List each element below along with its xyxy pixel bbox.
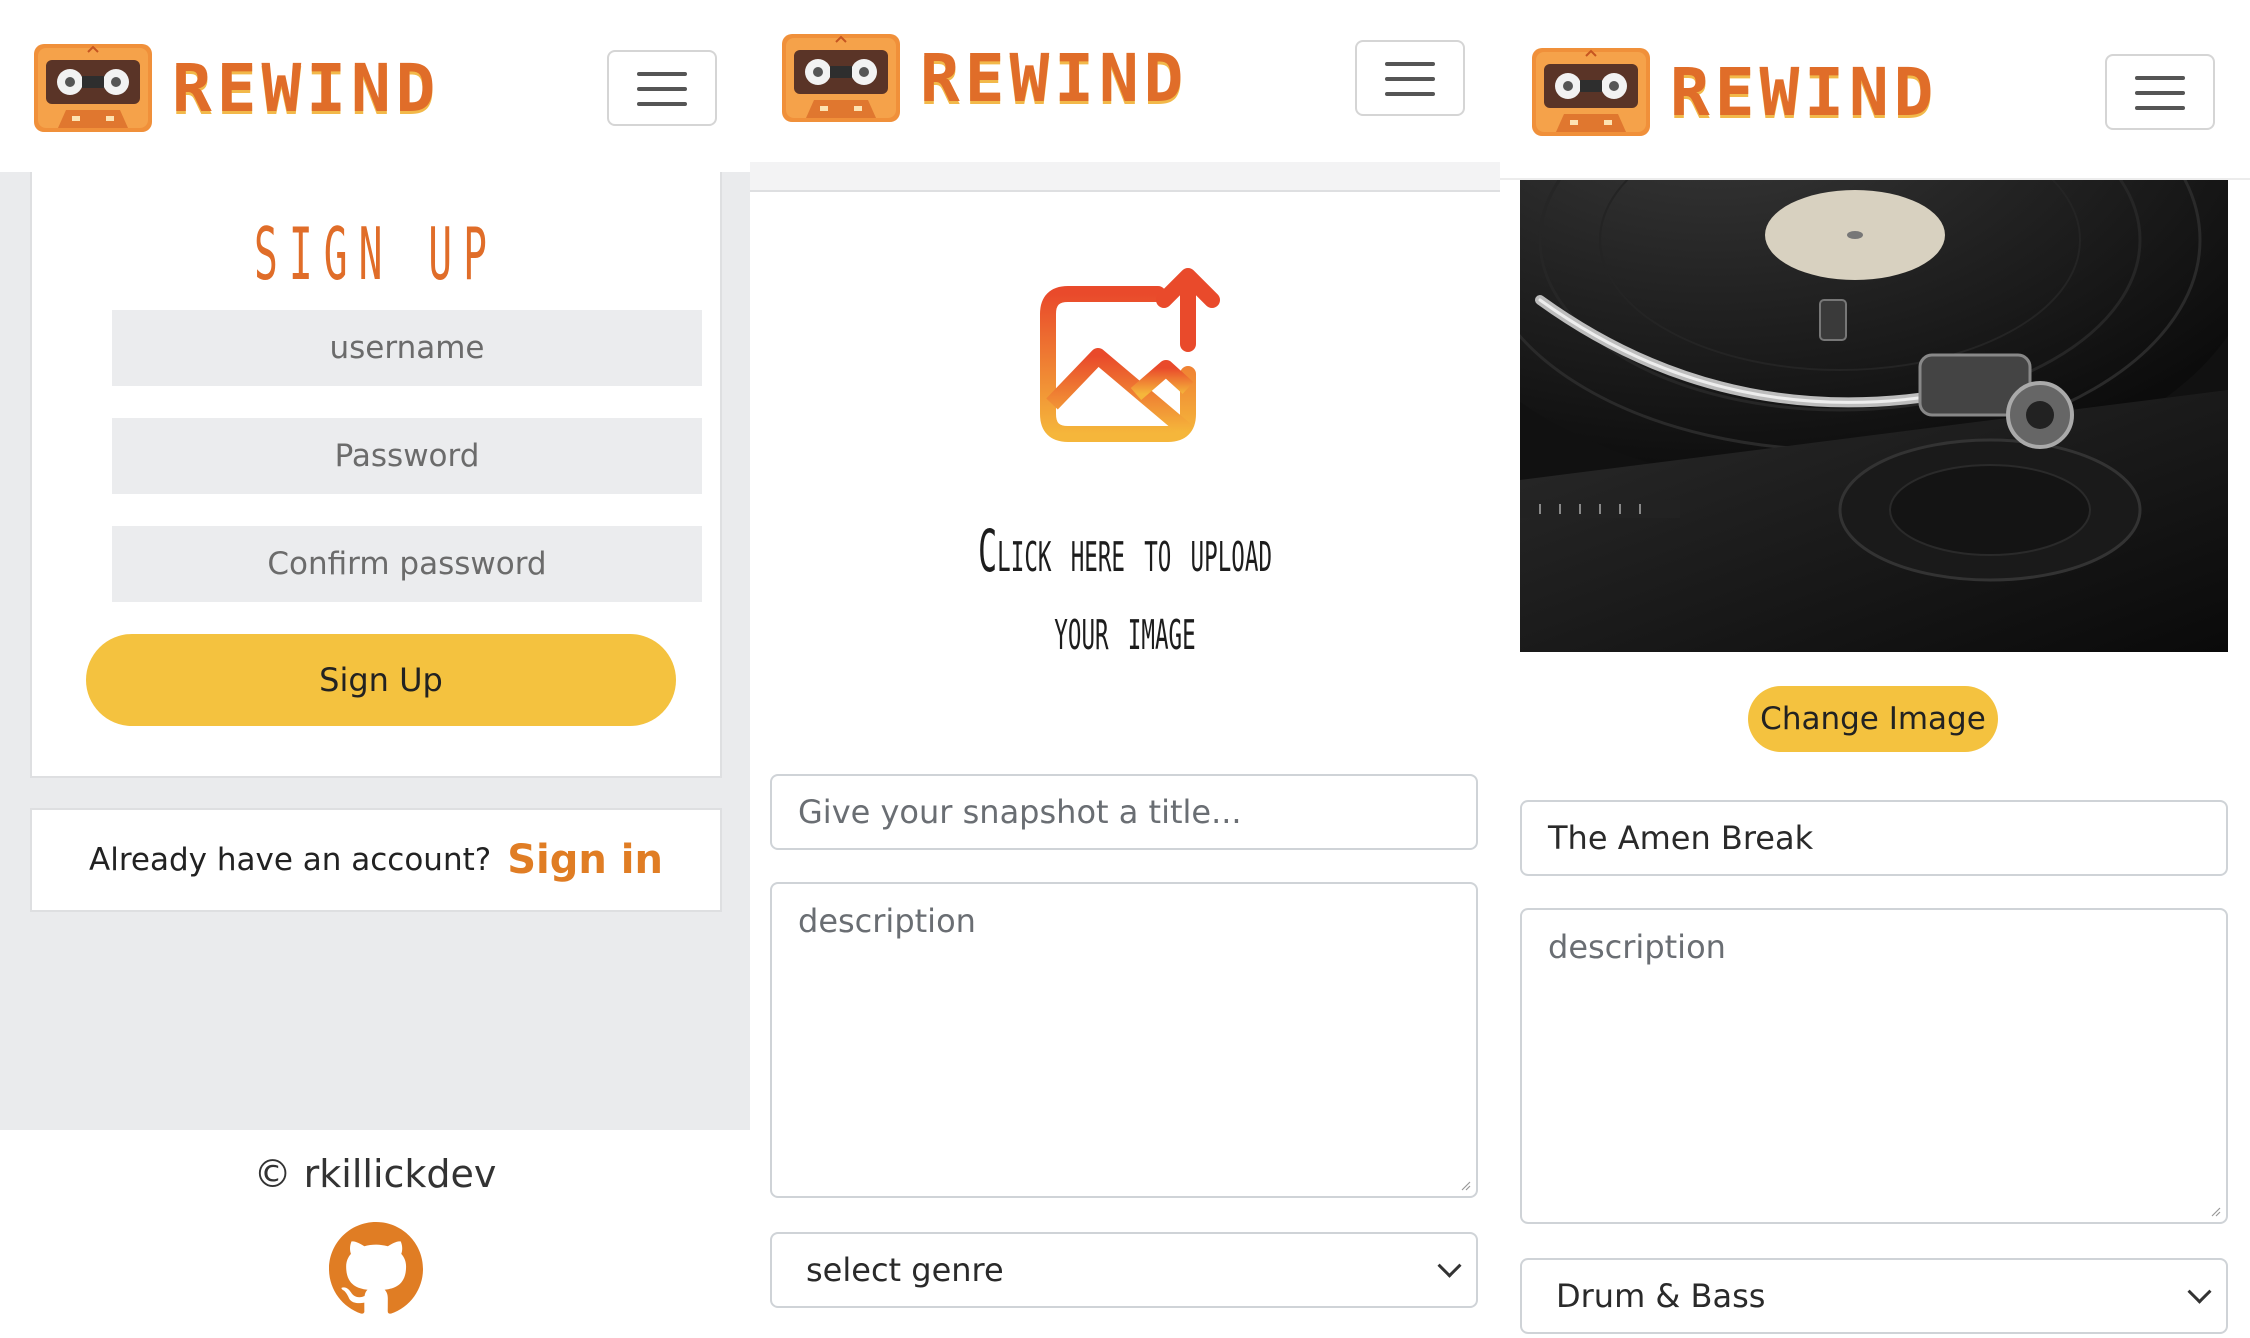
image-upload-icon[interactable] [1038, 264, 1228, 446]
description-textarea[interactable]: description [1520, 908, 2228, 1224]
hamburger-menu-icon [2135, 76, 2185, 80]
copyright-text: © rkillickdev [253, 1152, 497, 1196]
hamburger-menu-icon [637, 72, 687, 76]
signup-card: SIGN UP username Password Confirm passwo… [30, 172, 722, 778]
chevron-down-icon [2187, 1279, 2212, 1304]
chevron-down-icon [1437, 1253, 1462, 1278]
navbar: REWIND [0, 0, 750, 172]
upload-form: Click here to upload your image Give you… [750, 190, 1500, 1338]
description-placeholder: description [1548, 928, 1726, 966]
signin-link[interactable]: Sign in [507, 837, 663, 883]
username-input[interactable]: username [112, 310, 702, 386]
change-image-button[interactable]: Change Image [1748, 686, 1998, 752]
brand-logo[interactable]: REWIND [1530, 46, 1938, 138]
snapshot-title-input[interactable]: Give your snapshot a title... [770, 774, 1478, 850]
upload-screen: REWIND Click here to upload your image G… [750, 0, 1500, 1338]
upload-prompt-text: Click here to upload your image [977, 517, 1273, 663]
hamburger-menu-button[interactable] [607, 50, 717, 126]
signup-button[interactable]: Sign Up [86, 634, 676, 726]
hamburger-menu-button[interactable] [2105, 54, 2215, 130]
page-title: SIGN UP [254, 212, 498, 296]
genre-selected-value: Drum & Bass [1556, 1277, 1766, 1315]
brand-name: REWIND [172, 49, 441, 127]
cassette-tape-icon [1530, 46, 1652, 138]
brand-name: REWIND [1670, 53, 1939, 131]
footer: © rkillickdev [0, 1130, 750, 1338]
signin-card: Already have an account? Sign in [30, 808, 722, 912]
hamburger-menu-icon [1385, 62, 1435, 66]
genre-selected-value: select genre [806, 1251, 1004, 1289]
cassette-tape-icon [32, 42, 154, 134]
snapshot-image [1520, 180, 2228, 652]
brand-logo[interactable]: REWIND [780, 32, 1188, 124]
edit-screen: REWIND Change Image The Amen Break descr… [1500, 0, 2250, 1338]
snapshot-title-input[interactable]: The Amen Break [1520, 800, 2228, 876]
navbar: REWIND [750, 0, 1500, 162]
already-account-text: Already have an account? [89, 842, 492, 878]
password-input[interactable]: Password [112, 418, 702, 494]
description-textarea[interactable]: description [770, 882, 1478, 1198]
description-placeholder: description [798, 902, 976, 940]
confirm-password-input[interactable]: Confirm password [112, 526, 702, 602]
resize-grip-icon[interactable] [1461, 1181, 1471, 1191]
resize-grip-icon[interactable] [2211, 1207, 2221, 1217]
navbar: REWIND [1500, 0, 2250, 180]
genre-select[interactable]: Drum & Bass [1520, 1258, 2228, 1334]
genre-select[interactable]: select genre [770, 1232, 1478, 1308]
upload-prompt[interactable]: Click here to upload your image [820, 512, 1430, 668]
cassette-tape-icon [780, 32, 902, 124]
signup-screen: REWIND SIGN UP username Password Confirm… [0, 0, 750, 1338]
hamburger-menu-button[interactable] [1355, 40, 1465, 116]
github-icon[interactable] [329, 1222, 423, 1316]
brand-logo[interactable]: REWIND [32, 42, 440, 134]
brand-name: REWIND [920, 39, 1189, 117]
